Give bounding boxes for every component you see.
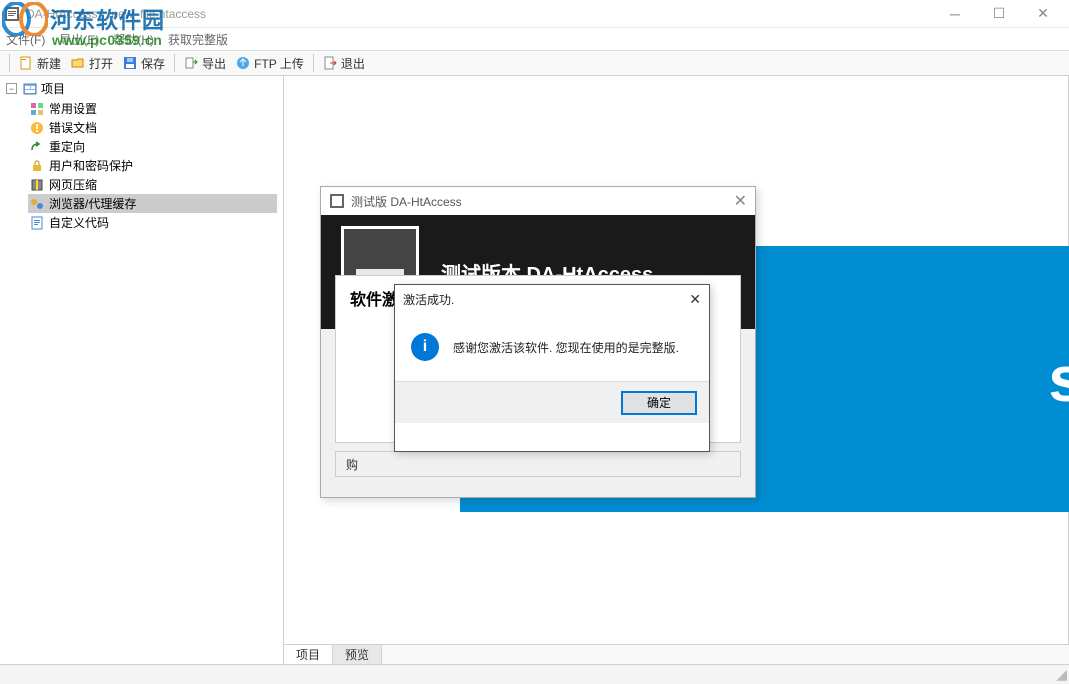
tree-item-password[interactable]: 用户和密码保护 [28, 156, 277, 175]
tree-item-settings[interactable]: 常用设置 [28, 99, 277, 118]
toolbar: 新建 打开 保存 导出 FTP 上传 退出 [0, 50, 1069, 76]
new-button[interactable]: 新建 [15, 53, 65, 74]
redirect-icon [30, 140, 44, 154]
menu-getfull[interactable]: 获取完整版 [168, 31, 228, 48]
project-icon [23, 82, 37, 96]
exit-icon [323, 56, 337, 70]
cache-icon [30, 197, 44, 211]
app-icon [4, 6, 20, 22]
open-button[interactable]: 打开 [67, 53, 117, 74]
message-close-button[interactable]: ✕ [689, 291, 701, 308]
save-button[interactable]: 保存 [119, 53, 169, 74]
message-dialog: 激活成功. ✕ i 感谢您激活该软件. 您现在使用的是完整版. 确定 [394, 284, 710, 452]
menu-help[interactable]: 帮助(H) [113, 31, 154, 48]
menu-export[interactable]: 导出(E) [59, 31, 99, 48]
dialog-icon [329, 193, 345, 209]
folder-open-icon [71, 56, 85, 70]
tab-preview[interactable]: 预览 [333, 645, 382, 664]
tree-item-redirect[interactable]: 重定向 [28, 137, 277, 156]
export-icon [184, 56, 198, 70]
tree-item-error-docs[interactable]: 错误文档 [28, 118, 277, 137]
tree-item-custom[interactable]: 自定义代码 [28, 213, 277, 232]
minimize-button[interactable]: ─ [933, 0, 977, 28]
tree-item-cache[interactable]: 浏览器/代理缓存 [28, 194, 277, 213]
error-doc-icon [30, 121, 44, 135]
message-text: 感谢您激活该软件. 您现在使用的是完整版. [453, 339, 679, 356]
collapse-icon[interactable]: − [6, 83, 17, 94]
menu-file[interactable]: 文件(F) [6, 31, 45, 48]
tab-project[interactable]: 项目 [284, 645, 333, 664]
export-button[interactable]: 导出 [180, 53, 230, 74]
trial-close-button[interactable]: ✕ [734, 191, 747, 211]
trial-buy-button[interactable]: 购 [335, 451, 741, 477]
close-button[interactable]: ✕ [1021, 0, 1065, 28]
ftp-upload-button[interactable]: FTP 上传 [232, 53, 308, 74]
ok-button[interactable]: 确定 [621, 391, 697, 415]
tree-item-compression[interactable]: 网页压缩 [28, 175, 277, 194]
upload-icon [236, 56, 250, 70]
info-icon: i [411, 333, 439, 361]
settings-icon [30, 102, 44, 116]
tree-root[interactable]: − 项目 [6, 80, 277, 97]
trial-dialog-title: 测试版 DA-HtAccess [351, 193, 462, 210]
sidebar-tree: − 项目 常用设置 错误文档 重定向 用户和密码保护 网页 [0, 76, 284, 664]
statusbar: ◢ [0, 664, 1069, 684]
lock-icon [30, 159, 44, 173]
maximize-button[interactable]: ☐ [977, 0, 1021, 28]
code-icon [30, 216, 44, 230]
menubar: 文件(F) 导出(E) 帮助(H) 获取完整版 [0, 28, 1069, 50]
titlebar: DA-HtAccess - .new_file.htaccess ─ ☐ ✕ [0, 0, 1069, 28]
message-title: 激活成功. [403, 291, 454, 308]
exit-button[interactable]: 退出 [319, 53, 369, 74]
compress-icon [30, 178, 44, 192]
new-file-icon [19, 56, 33, 70]
bottom-tabs: 项目 预览 [284, 644, 1069, 664]
save-icon [123, 56, 137, 70]
window-title: DA-HtAccess - .new_file.htaccess [26, 7, 206, 21]
resize-grip-icon[interactable]: ◢ [1056, 666, 1067, 683]
